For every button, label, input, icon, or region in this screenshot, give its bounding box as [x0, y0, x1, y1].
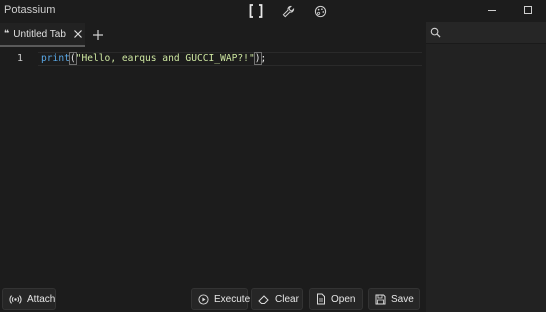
open-label: Open [331, 293, 356, 305]
attach-button[interactable]: Attach [2, 288, 56, 310]
title-bar: Potassium [0, 0, 546, 22]
app-title: Potassium [4, 4, 56, 16]
code-string: "Hello, earqus and GUCCI_WAP?!" [75, 53, 255, 64]
script-hub-panel [426, 22, 546, 312]
code-line[interactable]: print("Hello, earqus and GUCCI_WAP?!"); [41, 52, 267, 65]
open-button[interactable]: Open [309, 288, 363, 310]
broadcast-icon [9, 294, 22, 304]
tab-label: Untitled Tab [13, 28, 66, 40]
bottom-bar: Attach Execute Clear Open Save [0, 286, 426, 312]
search-box [426, 22, 546, 44]
file-icon [317, 293, 325, 305]
search-icon [430, 27, 441, 38]
clear-button[interactable]: Clear [251, 288, 303, 310]
play-circle-icon [198, 293, 209, 305]
top-toolbar [248, 3, 328, 19]
execute-label: Execute [214, 293, 251, 305]
tab-bar: ❝ Untitled Tab [0, 22, 424, 48]
tab-untitled[interactable]: ❝ Untitled Tab [0, 23, 85, 47]
line-number: 1 [17, 53, 24, 64]
code-function: print [41, 53, 70, 64]
minimize-button[interactable] [474, 0, 510, 20]
maximize-button[interactable] [510, 0, 546, 20]
save-icon [375, 294, 386, 304]
wrench-icon[interactable] [280, 3, 296, 19]
save-label: Save [391, 293, 414, 305]
palette-icon[interactable] [312, 3, 328, 19]
close-icon[interactable] [73, 29, 83, 39]
add-tab-icon[interactable] [91, 28, 105, 42]
eraser-icon [258, 294, 269, 304]
save-button[interactable]: Save [368, 288, 420, 310]
execute-button[interactable]: Execute [191, 288, 251, 310]
window-controls [474, 0, 546, 20]
attach-label: Attach [27, 293, 56, 305]
editor-brackets-icon[interactable] [248, 3, 264, 19]
search-input[interactable] [445, 24, 545, 41]
quote-icon: ❝ [4, 29, 10, 39]
code-semicolon: ; [260, 53, 267, 64]
code-editor[interactable]: 1 print("Hello, earqus and GUCCI_WAP?!")… [0, 48, 424, 284]
clear-label: Clear [275, 293, 299, 305]
